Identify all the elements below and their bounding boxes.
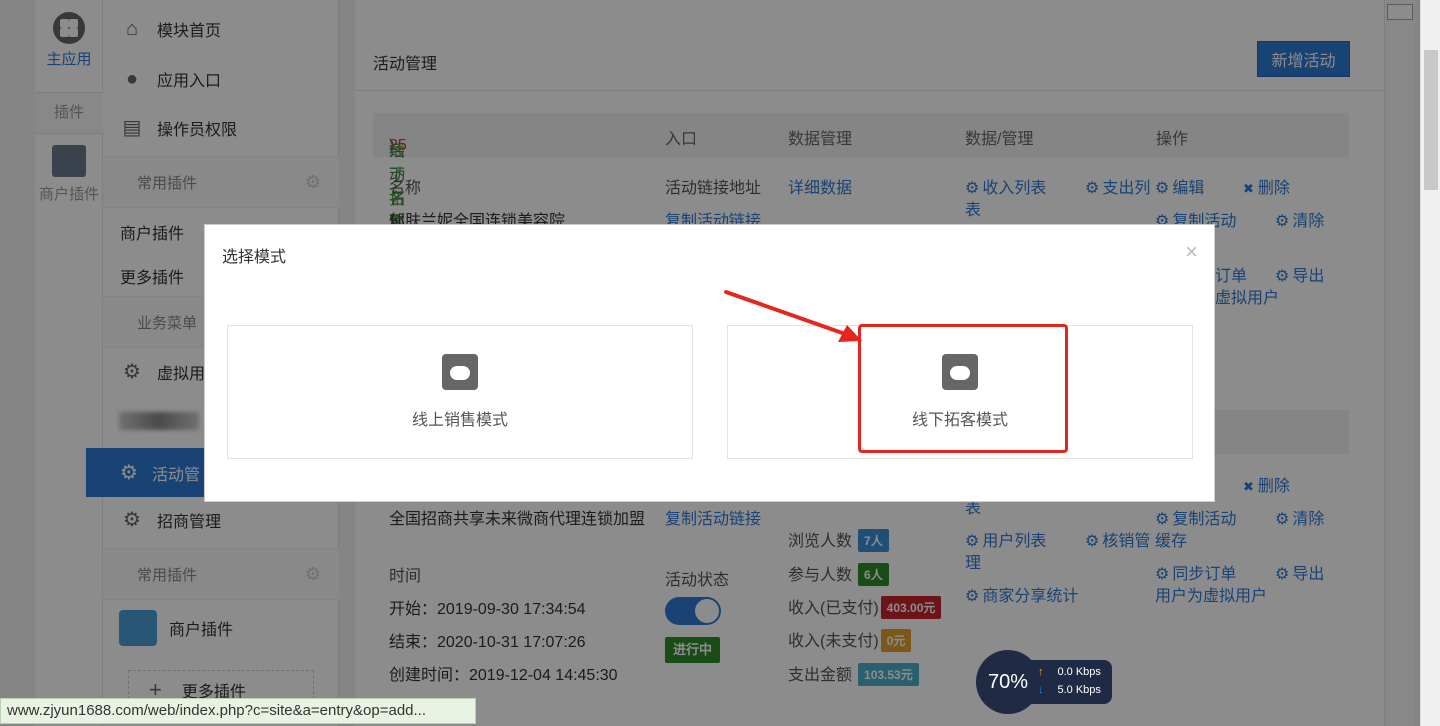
online-sales-mode-card[interactable]: 线上销售模式	[227, 325, 693, 459]
scroll-thumb[interactable]	[1424, 50, 1438, 190]
online-sales-mode-label: 线上销售模式	[411, 412, 508, 429]
memory-percent[interactable]: 70%	[976, 650, 1040, 714]
network-speed-widget: 0.0 Kbps 5.0 Kbps 70%	[976, 650, 1116, 714]
browser-status-url: www.zjyun1688.com/web/index.php?c=site&a…	[0, 698, 476, 724]
annotation-highlight-box	[858, 324, 1068, 453]
upload-speed: 0.0 Kbps	[1038, 666, 1101, 678]
download-speed: 5.0 Kbps	[1038, 684, 1101, 696]
annotation-arrow	[724, 290, 862, 342]
shopping-bag-wechat-icon	[442, 354, 478, 390]
page-scrollbar[interactable]	[1420, 0, 1440, 726]
speed-readout: 0.0 Kbps 5.0 Kbps	[1028, 660, 1112, 704]
modal-title: 选择模式	[222, 249, 287, 266]
close-icon[interactable]: ×	[1185, 239, 1198, 265]
